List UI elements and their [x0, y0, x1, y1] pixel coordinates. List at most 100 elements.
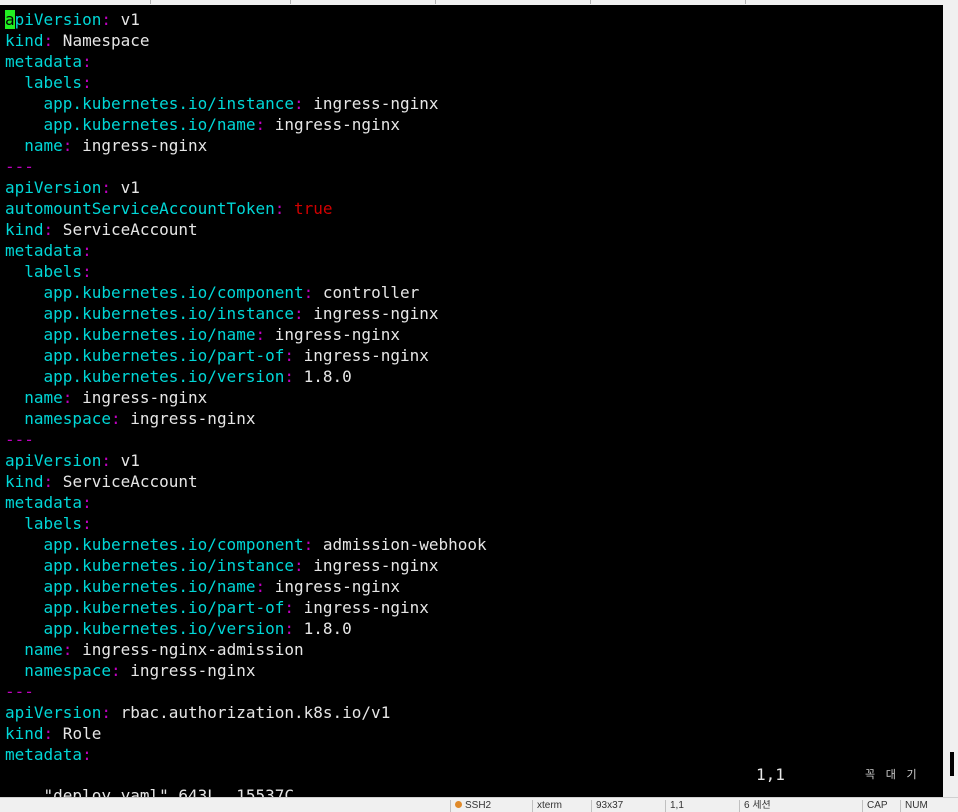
editor-line[interactable]: metadata: [5, 744, 487, 765]
editor-line[interactable]: app.kubernetes.io/instance: ingress-ngin… [5, 303, 487, 324]
yaml-punctuation: : [82, 745, 92, 764]
yaml-punctuation: : [43, 724, 54, 743]
editor-line[interactable]: app.kubernetes.io/component: controller [5, 282, 487, 303]
yaml-value: ingress-nginx [72, 136, 208, 155]
yaml-value [5, 73, 24, 92]
yaml-boolean: true [284, 199, 333, 218]
editor-line[interactable]: namespace: ingress-nginx [5, 408, 487, 429]
yaml-key: app.kubernetes.io/part-of [43, 346, 285, 365]
yaml-value [5, 640, 24, 659]
yaml-value: ingress-nginx [72, 388, 208, 407]
yaml-value: ingress-nginx [120, 409, 256, 428]
editor-line[interactable]: --- [5, 429, 487, 450]
editor-line[interactable]: namespace: ingress-nginx [5, 660, 487, 681]
yaml-key: app.kubernetes.io/component [43, 535, 304, 554]
editor-line[interactable]: metadata: [5, 51, 487, 72]
yaml-punctuation: : [110, 661, 121, 680]
connection-icon [455, 801, 462, 808]
yaml-value [5, 514, 24, 533]
status-sessions: 6 세션 [739, 800, 819, 812]
editor-line[interactable]: app.kubernetes.io/instance: ingress-ngin… [5, 555, 487, 576]
editor-line[interactable]: kind: ServiceAccount [5, 219, 487, 240]
yaml-punctuation: : [101, 10, 111, 29]
tab-strip-segment[interactable] [0, 0, 151, 4]
yaml-punctuation: : [284, 346, 294, 365]
yaml-punctuation: : [274, 199, 285, 218]
editor-line[interactable]: app.kubernetes.io/version: 1.8.0 [5, 366, 487, 387]
yaml-value: rbac.authorization.k8s.io/v1 [110, 703, 391, 722]
editor-line[interactable]: name: ingress-nginx [5, 135, 487, 156]
terminal-window[interactable]: apiVersion: v1 kind: Namespace metadata: l… [0, 5, 943, 797]
editor-line[interactable]: app.kubernetes.io/version: 1.8.0 [5, 618, 487, 639]
editor-line[interactable]: name: ingress-nginx [5, 387, 487, 408]
editor-line[interactable]: apiVersion: v1 [5, 9, 487, 30]
yaml-punctuation: : [82, 241, 92, 260]
yaml-value [5, 577, 44, 596]
editor-line[interactable]: app.kubernetes.io/part-of: ingress-nginx [5, 597, 487, 618]
yaml-key: app.kubernetes.io/component [43, 283, 304, 302]
editor-line[interactable]: metadata: [5, 240, 487, 261]
yaml-punctuation: : [82, 52, 92, 71]
yaml-punctuation: : [82, 514, 92, 533]
vertical-scrollbar[interactable] [943, 5, 958, 797]
yaml-key: metadata [5, 493, 83, 512]
status-size: 93x37 [591, 800, 666, 812]
editor-line[interactable]: --- [5, 156, 487, 177]
yaml-key: name [24, 388, 63, 407]
editor-line[interactable]: labels: [5, 72, 487, 93]
editor-line[interactable]: name: ingress-nginx-admission [5, 639, 487, 660]
yaml-punctuation: : [62, 136, 73, 155]
scrollbar-thumb[interactable] [950, 752, 954, 776]
editor-line[interactable]: labels: [5, 513, 487, 534]
yaml-key: metadata [5, 745, 83, 764]
editor-line[interactable]: app.kubernetes.io/instance: ingress-ngin… [5, 93, 487, 114]
yaml-key: app.kubernetes.io/instance [43, 556, 294, 575]
yaml-value [5, 94, 44, 113]
editor-line[interactable]: app.kubernetes.io/part-of: ingress-nginx [5, 345, 487, 366]
tab-strip-segment[interactable] [590, 0, 746, 4]
yaml-key: labels [24, 262, 83, 281]
yaml-key: name [24, 136, 63, 155]
editor-line[interactable]: app.kubernetes.io/name: ingress-nginx [5, 576, 487, 597]
yaml-key: app.kubernetes.io/instance [43, 304, 294, 323]
yaml-key: namespace [24, 409, 111, 428]
yaml-value [5, 136, 24, 155]
yaml-value: ServiceAccount [53, 220, 198, 239]
editor-line[interactable]: app.kubernetes.io/component: admission-w… [5, 534, 487, 555]
editor-line[interactable]: automountServiceAccountToken: true [5, 198, 487, 219]
editor-line[interactable]: kind: Role [5, 723, 487, 744]
yaml-key: kind [5, 220, 44, 239]
yaml-punctuation: : [62, 640, 73, 659]
yaml-key: app.kubernetes.io/part-of [43, 598, 285, 617]
yaml-punctuation: --- [5, 157, 34, 176]
yaml-key: metadata [5, 52, 83, 71]
yaml-value [5, 367, 44, 386]
yaml-punctuation: : [101, 451, 111, 470]
editor-line[interactable]: apiVersion: rbac.authorization.k8s.io/v1 [5, 702, 487, 723]
editor-line[interactable]: labels: [5, 261, 487, 282]
editor-line[interactable]: apiVersion: v1 [5, 450, 487, 471]
yaml-value: admission-webhook [313, 535, 487, 554]
editor-line[interactable]: --- [5, 681, 487, 702]
tab-strip-segment[interactable] [435, 0, 591, 4]
yaml-key: automountServiceAccountToken [5, 199, 275, 218]
tab-strip-segment[interactable] [150, 0, 291, 4]
yaml-key: apiVersion [5, 451, 102, 470]
tab-strip-segment[interactable] [290, 0, 436, 4]
editor-line[interactable]: kind: Namespace [5, 30, 487, 51]
yaml-punctuation: : [255, 577, 266, 596]
editor-buffer[interactable]: apiVersion: v1 kind: Namespace metadata: l… [5, 9, 487, 765]
yaml-key: kind [5, 724, 44, 743]
editor-line[interactable]: apiVersion: v1 [5, 177, 487, 198]
editor-line[interactable]: app.kubernetes.io/name: ingress-nginx [5, 114, 487, 135]
yaml-punctuation: : [62, 388, 73, 407]
status-cursor: 1,1 [665, 800, 740, 812]
yaml-punctuation: : [284, 619, 294, 638]
editor-line[interactable]: app.kubernetes.io/name: ingress-nginx [5, 324, 487, 345]
yaml-key: app.kubernetes.io/name [43, 115, 256, 134]
yaml-punctuation: : [43, 31, 54, 50]
editor-line[interactable]: metadata: [5, 492, 487, 513]
yaml-punctuation: : [43, 472, 54, 491]
yaml-key: namespace [24, 661, 111, 680]
editor-line[interactable]: kind: ServiceAccount [5, 471, 487, 492]
